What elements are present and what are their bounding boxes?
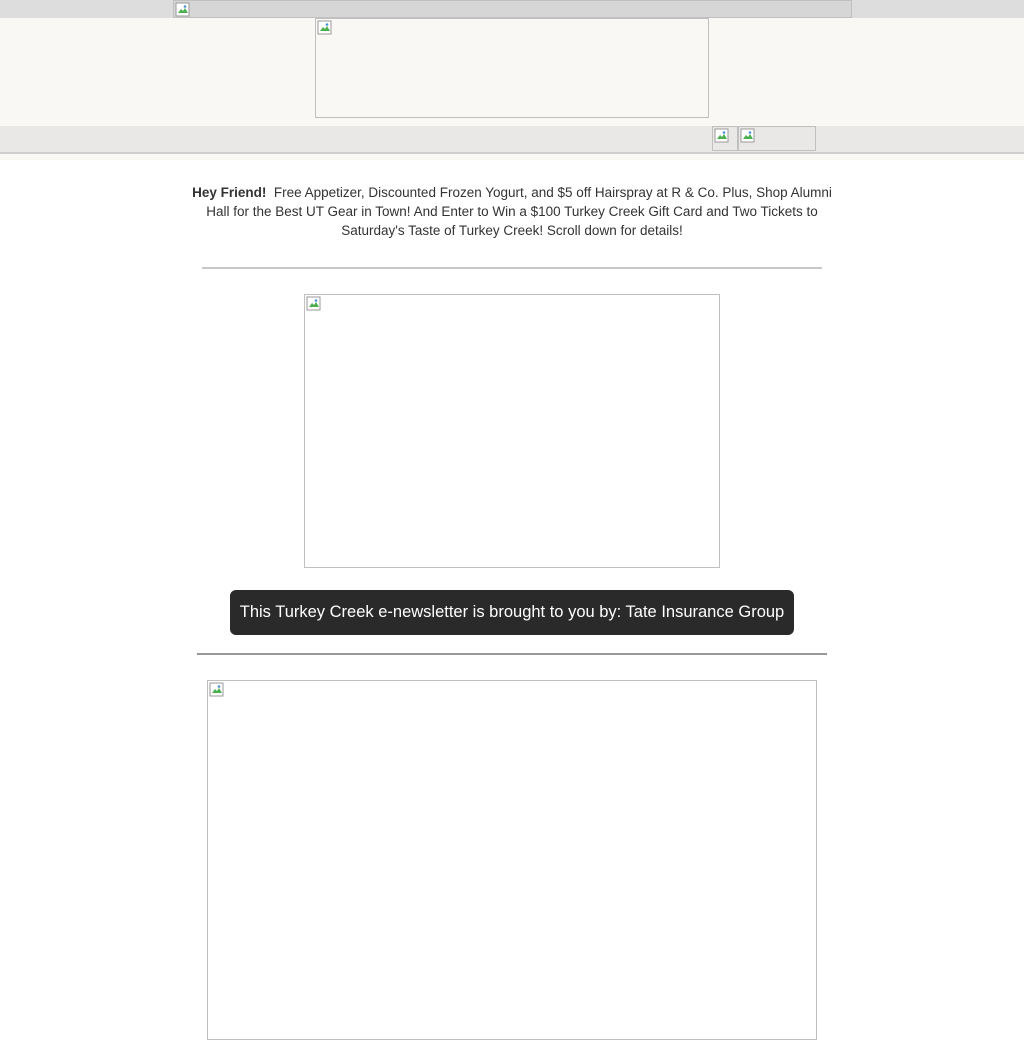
sponsor-banner: This Turkey Creek e-newsletter is brough… <box>230 590 794 635</box>
header-logo-image[interactable] <box>315 18 709 118</box>
promo-image[interactable] <box>207 680 817 1040</box>
broken-image-icon <box>306 296 322 312</box>
top-banner-image <box>173 0 852 18</box>
broken-image-icon <box>714 128 730 144</box>
nav-bar <box>0 126 1024 154</box>
broken-image-icon <box>740 128 756 144</box>
feature-image[interactable] <box>304 294 720 568</box>
intro-text: Hey Friend! Free Appetizer, Discounted F… <box>192 183 832 240</box>
divider-middle <box>197 653 827 655</box>
broken-image-icon <box>209 682 225 698</box>
intro-greeting: Hey Friend! <box>192 185 267 200</box>
broken-image-icon <box>317 20 333 36</box>
divider-top <box>202 267 822 269</box>
nav-link-image[interactable] <box>738 126 816 151</box>
nav-social-icon-image[interactable] <box>712 126 738 151</box>
intro-message: Free Appetizer, Discounted Frozen Yogurt… <box>206 185 832 238</box>
nav-underline-band <box>0 154 1024 160</box>
broken-image-icon <box>175 2 191 18</box>
